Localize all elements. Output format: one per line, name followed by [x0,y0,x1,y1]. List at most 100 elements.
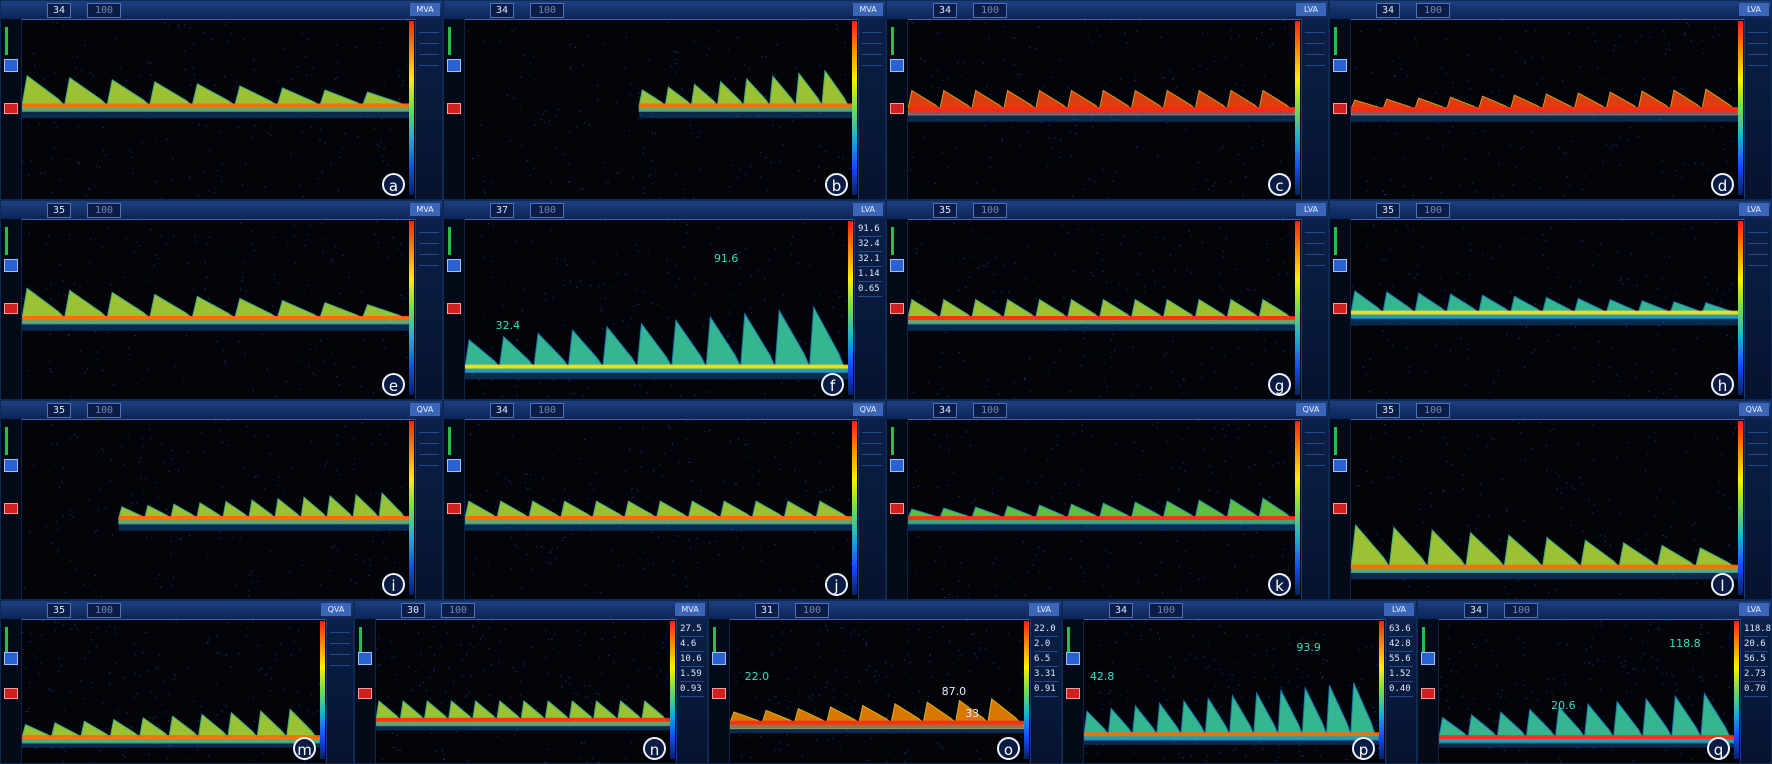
speaker-icon[interactable] [1066,652,1080,665]
gain-field[interactable]: 100 [1504,603,1538,618]
vessel-mode-button[interactable]: LVA [1739,3,1769,16]
vessel-mode-button[interactable]: LVA [1296,3,1326,16]
gain-field[interactable]: 100 [530,203,564,218]
vessel-mode-button[interactable]: QVA [321,603,351,616]
depth-field[interactable]: 31 [755,603,779,618]
gain-field[interactable]: 100 [795,603,829,618]
speaker-icon[interactable] [890,259,904,272]
record-icon[interactable] [1333,103,1347,114]
speaker-icon[interactable] [712,652,726,665]
speckle [479,638,482,640]
depth-field[interactable]: 35 [47,203,71,218]
gain-field[interactable]: 100 [530,3,564,18]
speaker-icon[interactable] [447,259,461,272]
speaker-icon[interactable] [4,259,18,272]
speaker-icon[interactable] [4,459,18,472]
record-icon[interactable] [4,688,18,699]
speckle [240,289,242,291]
vessel-mode-button[interactable]: LVA [853,203,883,216]
record-icon[interactable] [4,103,18,114]
speaker-icon[interactable] [890,459,904,472]
record-icon[interactable] [4,503,18,514]
speckle [206,244,208,246]
speaker-icon[interactable] [447,59,461,72]
speckle [955,148,957,150]
gain-field[interactable]: 100 [1416,403,1450,418]
gain-field[interactable]: 100 [1416,3,1450,18]
record-icon[interactable] [1066,688,1080,699]
gain-field[interactable]: 100 [530,403,564,418]
vessel-mode-button[interactable]: QVA [1296,403,1326,416]
depth-field[interactable]: 37 [490,203,514,218]
record-icon[interactable] [4,303,18,314]
measurement-slot [1305,456,1325,466]
depth-field[interactable]: 34 [933,3,957,18]
speaker-icon[interactable] [447,459,461,472]
gain-field[interactable]: 100 [441,603,475,618]
depth-field[interactable]: 34 [490,3,514,18]
record-icon[interactable] [890,303,904,314]
speaker-icon[interactable] [1333,59,1347,72]
gain-field[interactable]: 100 [87,603,121,618]
record-icon[interactable] [1333,503,1347,514]
speaker-icon[interactable] [1333,259,1347,272]
speaker-icon[interactable] [1333,459,1347,472]
speckle [1682,88,1684,90]
record-icon[interactable] [447,103,461,114]
speckle [715,93,717,95]
vessel-mode-button[interactable]: LVA [1296,203,1326,216]
speaker-icon[interactable] [4,652,18,665]
speckle [1627,395,1630,397]
depth-field[interactable]: 34 [933,403,957,418]
record-icon[interactable] [890,503,904,514]
vessel-mode-button[interactable]: LVA [1384,603,1414,616]
vessel-mode-button[interactable]: MVA [853,3,883,16]
gain-field[interactable]: 100 [87,3,121,18]
record-icon[interactable] [358,688,372,699]
vessel-mode-button[interactable]: QVA [1739,403,1769,416]
depth-field[interactable]: 30 [401,603,425,618]
depth-field[interactable]: 35 [47,403,71,418]
speaker-icon[interactable] [1421,652,1435,665]
speaker-icon[interactable] [890,59,904,72]
gain-field[interactable]: 100 [973,203,1007,218]
record-icon[interactable] [890,103,904,114]
depth-field[interactable]: 34 [1464,603,1488,618]
gain-field[interactable]: 100 [87,203,121,218]
depth-field[interactable]: 34 [1376,3,1400,18]
record-icon[interactable] [1421,688,1435,699]
speaker-icon[interactable] [4,59,18,72]
record-icon[interactable] [712,688,726,699]
speckle [1480,493,1482,495]
speckle [841,315,844,317]
speckle [1083,337,1085,340]
vessel-mode-button[interactable]: MVA [410,3,440,16]
speaker-icon[interactable] [358,652,372,665]
vessel-mode-button[interactable]: QVA [410,403,440,416]
depth-field[interactable]: 34 [47,3,71,18]
gain-field[interactable]: 100 [973,3,1007,18]
depth-field[interactable]: 35 [1376,203,1400,218]
record-icon[interactable] [447,503,461,514]
gain-field[interactable]: 100 [1416,203,1450,218]
speckle [1406,224,1408,226]
vessel-mode-button[interactable]: MVA [410,203,440,216]
record-icon[interactable] [447,303,461,314]
depth-field[interactable]: 35 [47,603,71,618]
gain-field[interactable]: 100 [973,403,1007,418]
vessel-mode-button[interactable]: LVA [1739,203,1769,216]
vessel-mode-button[interactable]: LVA [1029,603,1059,616]
vessel-mode-button[interactable]: QVA [853,403,883,416]
depth-field[interactable]: 35 [1376,403,1400,418]
velocity-annotation: 20.6 [1551,699,1576,713]
gain-field[interactable]: 100 [87,403,121,418]
depth-field[interactable]: 34 [490,403,514,418]
vessel-mode-button[interactable]: MVA [675,603,705,616]
depth-field[interactable]: 34 [1109,603,1133,618]
vessel-mode-button[interactable]: LVA [1739,603,1769,616]
speckle [94,574,96,577]
speckle [882,751,884,753]
depth-field[interactable]: 35 [933,203,957,218]
gain-field[interactable]: 100 [1149,603,1183,618]
record-icon[interactable] [1333,303,1347,314]
